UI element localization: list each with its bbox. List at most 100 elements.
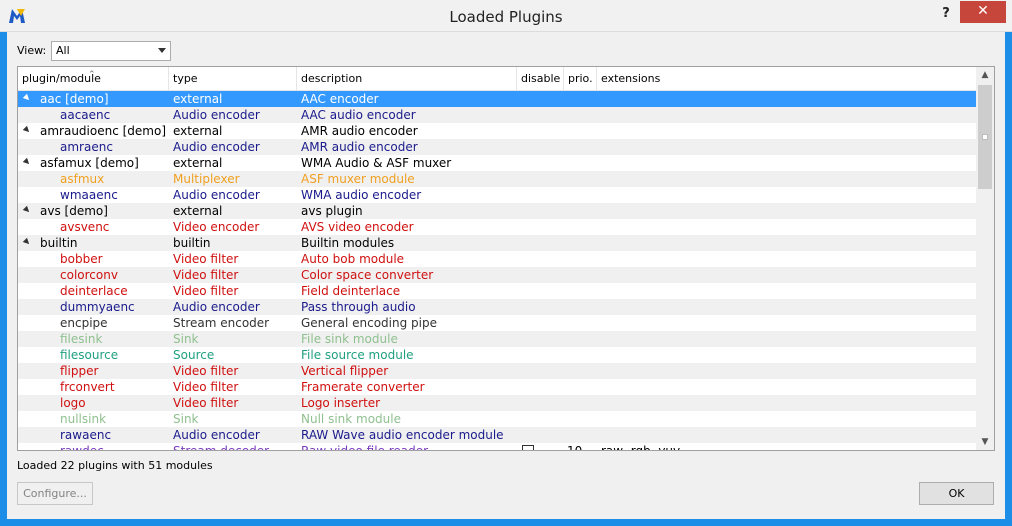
column-header-description[interactable]: description (297, 67, 517, 91)
module-type: Video filter (173, 252, 239, 266)
module-type: Audio encoder (173, 140, 260, 154)
scroll-thumb[interactable] (978, 85, 992, 189)
list-item[interactable]: asfamux [demo] external WMA Audio & ASF mu… (18, 155, 976, 171)
expand-triangle-icon[interactable] (22, 125, 32, 135)
module-type: Stream encoder (173, 316, 270, 330)
list-item[interactable]: wmaaenc Audio encoder WMA audio encoder (18, 187, 976, 203)
list-item[interactable]: aacaenc Audio encoder AAC audio encoder (18, 107, 976, 123)
module-name: bobber (60, 252, 103, 266)
module-type: Stream decoder (173, 444, 270, 451)
list-item[interactable]: colorconv Video filter Color space convert… (18, 267, 976, 283)
module-description: AAC audio encoder (301, 108, 416, 122)
module-name: avsvenc (60, 220, 110, 234)
module-description: RAW Wave audio encoder module (301, 428, 504, 442)
module-description: Vertical flipper (301, 364, 389, 378)
help-button[interactable]: ? (936, 4, 956, 24)
list-rows: aac [demo] external AAC encoder aacaenc Audi… (18, 91, 976, 451)
module-type: Video filter (173, 380, 239, 394)
module-type: Audio encoder (173, 188, 260, 202)
expand-triangle-icon[interactable] (22, 237, 32, 247)
list-item[interactable]: aac [demo] external AAC encoder (18, 91, 976, 107)
ok-button[interactable]: OK (919, 482, 994, 505)
column-header-plugin[interactable]: plugin/module ⌃ (18, 67, 169, 91)
list-item[interactable]: flipper Video filter Vertical flipper (18, 363, 976, 379)
module-description: Field deinterlace (301, 284, 401, 298)
module-description: AMR audio encoder (301, 140, 418, 154)
window: Loaded Plugins ? ✕ View: All plugin/modu… (0, 0, 1012, 526)
plugin-list[interactable]: plugin/module ⌃ type description disable… (17, 66, 995, 451)
expand-triangle-icon[interactable] (22, 157, 32, 167)
expand-triangle-icon[interactable] (22, 205, 32, 215)
list-item[interactable]: builtin builtin Builtin modules (18, 235, 976, 251)
list-item[interactable]: bobber Video filter Auto bob module (18, 251, 976, 267)
module-prio: 10 (567, 444, 583, 451)
list-item[interactable]: asfmux Multiplexer ASF muxer module (18, 171, 976, 187)
list-item[interactable]: avs [demo] external avs plugin (18, 203, 976, 219)
module-type: Sink (173, 332, 199, 346)
list-item[interactable]: rawdec Stream decoder Raw video file reade… (18, 443, 976, 451)
module-description: Pass through audio (301, 300, 416, 314)
module-description: General encoding pipe (301, 316, 437, 330)
list-item[interactable]: rawaenc Audio encoder RAW Wave audio encod… (18, 427, 976, 443)
vertical-scrollbar[interactable]: ▲ ▼ (976, 67, 994, 450)
list-item[interactable]: amraenc Audio encoder AMR audio encoder (18, 139, 976, 155)
module-name: frconvert (60, 380, 115, 394)
column-header-extensions[interactable]: extensions (597, 67, 976, 91)
chevron-down-icon (158, 48, 166, 53)
list-item[interactable]: deinterlace Video filter Field deinterlace (18, 283, 976, 299)
list-item[interactable]: frconvert Video filter Framerate converter (18, 379, 976, 395)
module-description: AVS video encoder (301, 220, 414, 234)
list-item[interactable]: encpipe Stream encoder General encoding pi… (18, 315, 976, 331)
module-name: nullsink (60, 412, 107, 426)
module-description: Color space converter (301, 268, 434, 282)
list-item[interactable]: avsvenc Video encoder AVS video encoder (18, 219, 976, 235)
module-name: encpipe (60, 316, 108, 330)
module-description: AAC encoder (301, 92, 379, 106)
module-description: WMA Audio & ASF muxer (301, 156, 452, 170)
module-description: Null sink module (301, 412, 401, 426)
close-button[interactable]: ✕ (960, 1, 1006, 23)
module-name: filesource (60, 348, 119, 362)
module-name: amraudioenc [demo] (40, 124, 167, 138)
column-header-type[interactable]: type (169, 67, 297, 91)
title-bar[interactable]: Loaded Plugins ? ✕ (0, 0, 1012, 32)
module-type: builtin (173, 236, 211, 250)
module-type: Source (173, 348, 215, 362)
dialog-body: View: All plugin/module ⌃ type descripti… (7, 32, 1005, 519)
module-name: logo (60, 396, 86, 410)
module-name: rawaenc (60, 428, 112, 442)
list-item[interactable]: logo Video filter Logo inserter (18, 395, 976, 411)
module-description: WMA audio encoder (301, 188, 422, 202)
module-description: File sink module (301, 332, 398, 346)
scroll-down-icon[interactable]: ▼ (976, 434, 994, 450)
module-name: amraenc (60, 140, 113, 154)
scroll-up-icon[interactable]: ▲ (976, 67, 994, 83)
column-header-prio[interactable]: prio. (564, 67, 597, 91)
disable-checkbox[interactable] (522, 445, 534, 450)
list-item[interactable]: filesink Sink File sink module (18, 331, 976, 347)
module-type: external (173, 124, 223, 138)
expand-triangle-icon[interactable] (22, 93, 32, 103)
list-item[interactable]: amraudioenc [demo] external AMR audio enco… (18, 123, 976, 139)
list-item[interactable]: filesource Source File source module (18, 347, 976, 363)
module-type: Video filter (173, 268, 239, 282)
module-description: avs plugin (301, 204, 363, 218)
view-label: View: (17, 44, 47, 57)
module-name: dummyaenc (60, 300, 135, 314)
sort-up-icon: ⌃ (88, 70, 96, 80)
list-item[interactable]: nullsink Sink Null sink module (18, 411, 976, 427)
view-dropdown[interactable]: All (51, 41, 171, 61)
column-header-disable[interactable]: disable (517, 67, 564, 91)
module-description: File source module (301, 348, 414, 362)
module-type: Audio encoder (173, 108, 260, 122)
module-type: Multiplexer (173, 172, 240, 186)
module-type: Video filter (173, 396, 239, 410)
module-description: ASF muxer module (301, 172, 415, 186)
list-item[interactable]: dummyaenc Audio encoder Pass through audio (18, 299, 976, 315)
module-extensions: raw, rgb, yuv (601, 444, 681, 451)
module-name: asfamux [demo] (40, 156, 139, 170)
configure-button[interactable]: Configure... (17, 482, 93, 505)
scroll-grip (982, 134, 988, 140)
module-description: Auto bob module (301, 252, 405, 266)
module-name: flipper (60, 364, 99, 378)
